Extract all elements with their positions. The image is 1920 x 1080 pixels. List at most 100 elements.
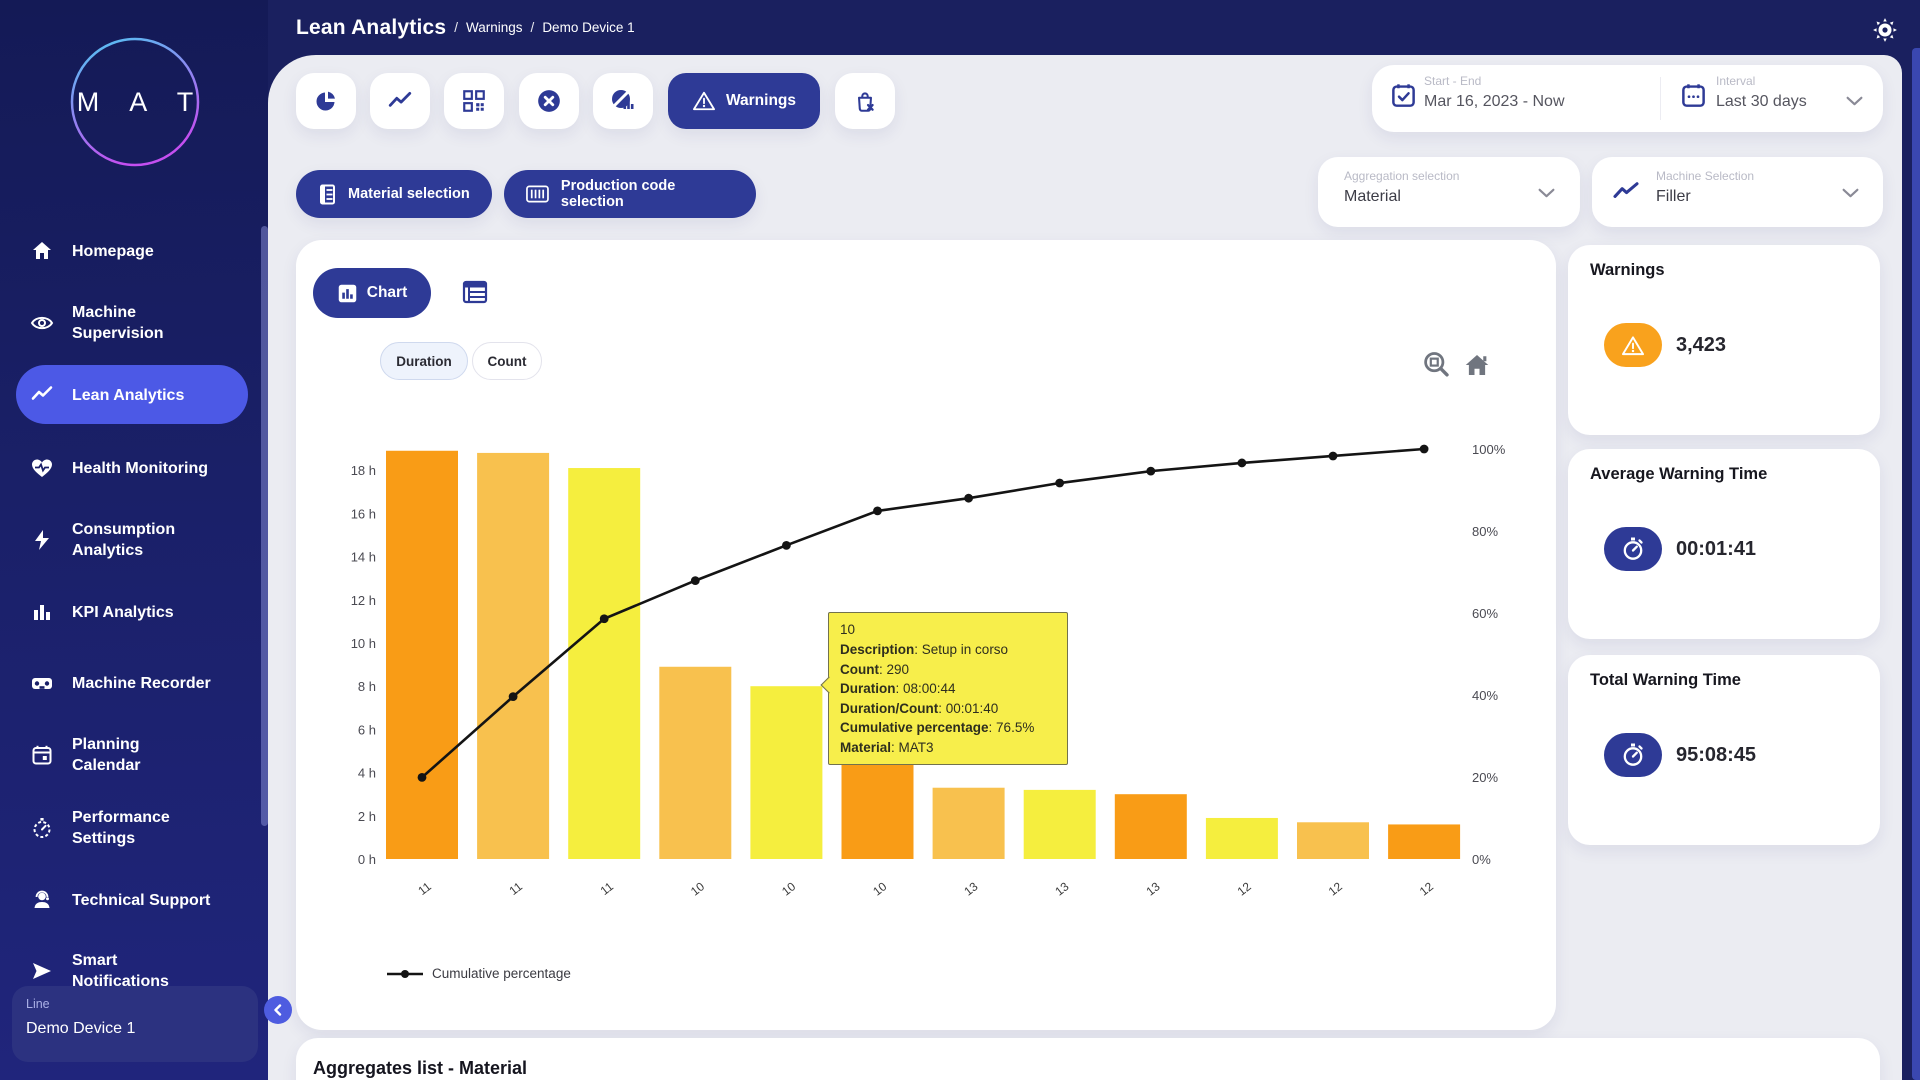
cumulative-point[interactable] <box>782 541 791 550</box>
trend-view-button[interactable] <box>370 73 430 129</box>
cumulative-point[interactable] <box>1146 467 1155 476</box>
y-left-tick: 18 h <box>351 463 376 478</box>
line-selector[interactable]: Line Demo Device 1 <box>12 986 258 1062</box>
sidebar-item-lean-analytics[interactable]: Lean Analytics <box>0 366 268 424</box>
x-category-label: 13 <box>1052 879 1071 898</box>
cumulative-point[interactable] <box>1420 445 1429 454</box>
trend-line-icon <box>30 383 54 407</box>
calendar-icon[interactable] <box>1680 81 1707 109</box>
x-category-label: 10 <box>779 879 798 898</box>
tooltip-row: Count: 290 <box>840 660 1056 680</box>
cumulative-point[interactable] <box>964 494 973 503</box>
chevron-down-icon[interactable] <box>1846 96 1863 106</box>
chart-legend[interactable]: Cumulative percentage <box>387 966 571 981</box>
bar-chart-icon <box>30 600 54 624</box>
pareto-bar[interactable] <box>750 686 822 859</box>
y-right-tick: 80% <box>1472 524 1498 539</box>
error-circle-icon <box>536 88 562 114</box>
warning-pill <box>1604 323 1662 367</box>
cumulative-point[interactable] <box>418 773 427 782</box>
breadcrumb-device[interactable]: Demo Device 1 <box>542 20 634 35</box>
sidebar-collapse-button[interactable] <box>264 996 292 1024</box>
tooltip-row: Material: MAT3 <box>840 738 1056 758</box>
breadcrumb-separator: / <box>454 20 458 35</box>
aggregation-selection-dropdown[interactable]: Aggregation selection Material <box>1318 157 1580 227</box>
material-selection-button[interactable]: Material selection <box>296 170 492 218</box>
trend-line-icon <box>1612 181 1640 203</box>
aggregates-title: Aggregates list - Material <box>313 1058 527 1079</box>
sidebar-item-kpi-analytics[interactable]: KPI Analytics <box>0 583 268 641</box>
sidebar-item-machine-supervision[interactable]: Machine Supervision <box>0 294 268 352</box>
pareto-bar[interactable] <box>1115 794 1187 859</box>
sidebar-item-consumption-analytics[interactable]: Consumption Analytics <box>0 511 268 569</box>
kpi-title: Total Warning Time <box>1590 671 1741 690</box>
breadcrumb-separator: / <box>531 20 535 35</box>
pareto-bar[interactable] <box>1024 790 1096 859</box>
chevron-down-icon <box>1538 188 1555 198</box>
sidebar-scrollbar[interactable] <box>261 226 268 826</box>
page-scrollbar[interactable] <box>1912 48 1920 1080</box>
downtime-view-button[interactable] <box>593 73 653 129</box>
cumulative-point[interactable] <box>509 692 518 701</box>
sidebar-item-label: Machine Recorder <box>72 673 242 694</box>
pareto-bar[interactable] <box>933 788 1005 859</box>
kpi-value: 00:01:41 <box>1676 527 1756 571</box>
errors-view-button[interactable] <box>519 73 579 129</box>
chevron-left-icon <box>273 1004 283 1016</box>
y-left-tick: 16 h <box>351 506 376 521</box>
calendar-check-icon[interactable] <box>1390 81 1417 109</box>
line-value: Demo Device 1 <box>26 1020 135 1038</box>
breadcrumb-page[interactable]: Warnings <box>466 20 523 35</box>
pareto-bar[interactable] <box>568 468 640 859</box>
stopwatch-icon <box>1621 742 1645 768</box>
pareto-bar[interactable] <box>386 451 458 859</box>
qr-code-view-button[interactable] <box>444 73 504 129</box>
cumulative-point[interactable] <box>873 507 882 516</box>
sidebar-item-health-monitoring[interactable]: Health Monitoring <box>0 439 268 497</box>
interval-value[interactable]: Last 30 days <box>1716 93 1807 111</box>
downtime-icon <box>610 88 636 114</box>
warnings-view-button[interactable]: Warnings <box>668 73 820 129</box>
cumulative-point[interactable] <box>600 614 609 623</box>
app-window: M A T Homepage Machine Supervision Lean … <box>0 0 1920 1080</box>
cumulative-point[interactable] <box>1238 459 1247 468</box>
settings-gear-icon[interactable] <box>1872 17 1898 43</box>
pie-chart-view-button[interactable] <box>296 73 356 129</box>
y-left-tick: 12 h <box>351 593 376 608</box>
warning-triangle-icon <box>692 90 716 112</box>
cumulative-point[interactable] <box>691 576 700 585</box>
y-left-tick: 10 h <box>351 636 376 651</box>
y-left-tick: 2 h <box>358 809 376 824</box>
x-category-label: 10 <box>688 879 707 898</box>
x-category-label: 12 <box>1235 879 1254 898</box>
aggregates-list-card: Aggregates list - Material <box>296 1038 1880 1080</box>
sidebar-item-label: Performance Settings <box>72 807 184 849</box>
y-left-tick: 8 h <box>358 679 376 694</box>
machine-selection-value: Filler <box>1656 188 1691 206</box>
pareto-bar[interactable] <box>477 453 549 859</box>
sidebar-item-technical-support[interactable]: Technical Support <box>0 871 268 929</box>
pareto-bar[interactable] <box>1297 822 1369 859</box>
machine-selection-dropdown[interactable]: Machine Selection Filler <box>1592 157 1883 227</box>
warning-triangle-icon <box>1620 334 1646 357</box>
cumulative-point[interactable] <box>1055 479 1064 488</box>
x-category-label: 12 <box>1417 879 1436 898</box>
barcode-icon <box>526 185 549 203</box>
legend-label: Cumulative percentage <box>432 966 571 981</box>
cumulative-point[interactable] <box>1329 452 1338 461</box>
lost-sales-view-button[interactable] <box>835 73 895 129</box>
sidebar-item-planning-calendar[interactable]: Planning Calendar <box>0 726 268 784</box>
page-title: Lean Analytics <box>296 16 446 40</box>
pareto-bar[interactable] <box>1388 824 1460 859</box>
start-end-value[interactable]: Mar 16, 2023 - Now <box>1424 93 1565 111</box>
start-end-label: Start - End <box>1424 74 1481 88</box>
production-code-selection-label: Production code selection <box>561 178 734 210</box>
production-code-selection-button[interactable]: Production code selection <box>504 170 756 218</box>
pareto-bar[interactable] <box>659 667 731 859</box>
sidebar-item-performance-settings[interactable]: Performance Settings <box>0 799 268 857</box>
sidebar-item-homepage[interactable]: Homepage <box>0 222 268 280</box>
sidebar-item-machine-recorder[interactable]: Machine Recorder <box>0 654 268 712</box>
y-right-tick: 0% <box>1472 852 1491 867</box>
pareto-bar[interactable] <box>1206 818 1278 859</box>
x-category-label: 13 <box>961 879 980 898</box>
